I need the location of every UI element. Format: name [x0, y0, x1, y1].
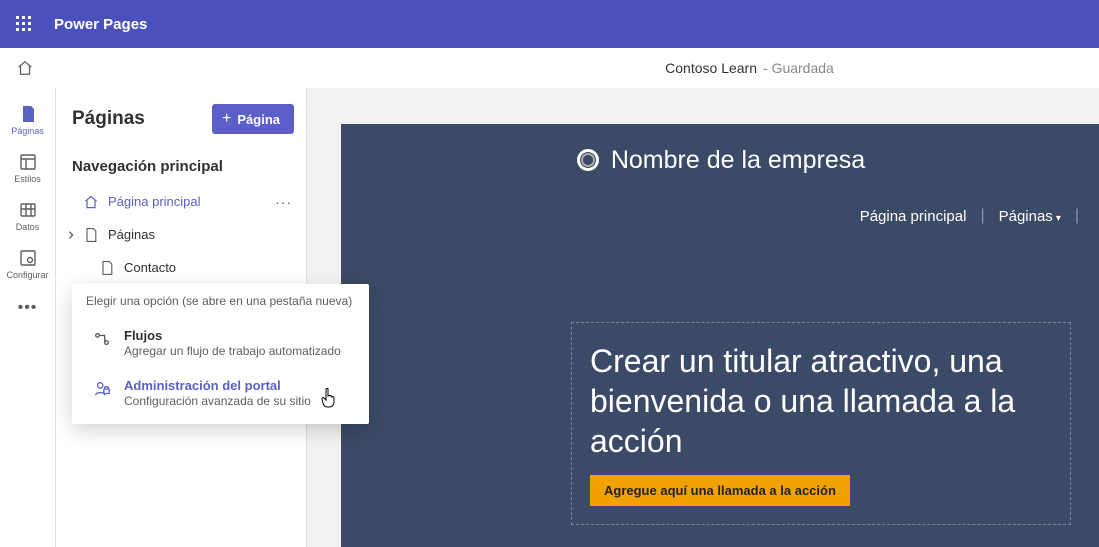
app-launcher-icon[interactable]: [8, 8, 40, 40]
flow-icon: [90, 330, 114, 348]
rail-label: Configurar: [6, 270, 48, 280]
cursor-pointer-icon: [320, 388, 338, 413]
site-status: Contoso Learn - Guardada: [665, 60, 834, 76]
rail-label: Datos: [16, 222, 40, 232]
breadcrumb-bar: Contoso Learn - Guardada: [0, 48, 1099, 88]
chevron-right-icon[interactable]: [64, 230, 78, 240]
site-name: Contoso Learn: [665, 60, 757, 76]
cta-button[interactable]: Agregue aquí una llamada a la acción: [590, 475, 850, 506]
admin-icon: [90, 380, 114, 398]
page-icon: [82, 227, 100, 243]
flyout-item-title: Administración del portal: [124, 378, 311, 393]
add-page-label: Página: [237, 112, 280, 127]
site-nav-home[interactable]: Página principal: [846, 208, 981, 225]
flyout-item-flows[interactable]: Flujos Agregar un flujo de trabajo autom…: [86, 318, 355, 368]
rail-item-pages[interactable]: Páginas: [4, 96, 52, 144]
tree-item-contact[interactable]: Contacto: [68, 251, 298, 284]
page-canvas[interactable]: Nombre de la empresa Página principal | …: [341, 124, 1099, 547]
page-icon: [98, 260, 116, 276]
site-nav-pages[interactable]: Páginas▾: [985, 208, 1075, 225]
site-nav: Página principal | Páginas▾ |: [341, 196, 1099, 236]
app-header: Power Pages: [0, 0, 1099, 48]
rail-item-styles[interactable]: Estilos: [4, 144, 52, 192]
flyout-item-subtitle: Configuración avanzada de su sitio: [124, 394, 311, 408]
rail-label: Estilos: [14, 174, 41, 184]
add-page-button[interactable]: + Página: [212, 104, 294, 134]
rail-item-data[interactable]: Datos: [4, 192, 52, 240]
home-icon[interactable]: [16, 59, 34, 77]
site-header: Nombre de la empresa: [341, 124, 1099, 196]
home-icon: [82, 194, 100, 210]
logo-icon: [577, 149, 599, 171]
chevron-down-icon: ▾: [1056, 213, 1061, 224]
flyout-item-subtitle: Agregar un flujo de trabajo automatizado: [124, 344, 341, 358]
rail-label: Páginas: [11, 126, 44, 136]
save-status: - Guardada: [763, 60, 834, 76]
canvas-viewport: Nombre de la empresa Página principal | …: [307, 88, 1099, 547]
tree-item-pages[interactable]: Páginas: [68, 218, 298, 251]
flyout-item-portal-admin[interactable]: Administración del portal Configuración …: [86, 368, 355, 418]
pages-panel-title: Páginas: [72, 108, 145, 130]
flyout-header: Elegir una opción (se abre en una pestañ…: [86, 294, 355, 308]
rail-item-configure[interactable]: Configurar: [4, 240, 52, 288]
plus-icon: +: [222, 110, 231, 128]
tree-item-label: Contacto: [124, 260, 176, 275]
left-rail: Páginas Estilos Datos Configurar •••: [0, 88, 56, 547]
company-name[interactable]: Nombre de la empresa: [611, 146, 865, 175]
hero-section[interactable]: Crear un titular atractivo, una bienveni…: [571, 322, 1071, 525]
ellipsis-icon: •••: [18, 299, 38, 317]
flyout-item-title: Flujos: [124, 328, 341, 343]
hero-title[interactable]: Crear un titular atractivo, una bienveni…: [590, 341, 1052, 461]
nav-separator: |: [1075, 207, 1079, 225]
product-name: Power Pages: [54, 16, 147, 33]
tree-item-home[interactable]: Página principal ···: [68, 185, 298, 218]
rail-more-button[interactable]: •••: [4, 288, 52, 328]
tree-item-label: Páginas: [108, 227, 155, 242]
tree-item-label: Página principal: [108, 194, 201, 209]
nav-section-title: Navegación principal: [68, 154, 298, 185]
tree-item-more-button[interactable]: ···: [275, 194, 292, 210]
